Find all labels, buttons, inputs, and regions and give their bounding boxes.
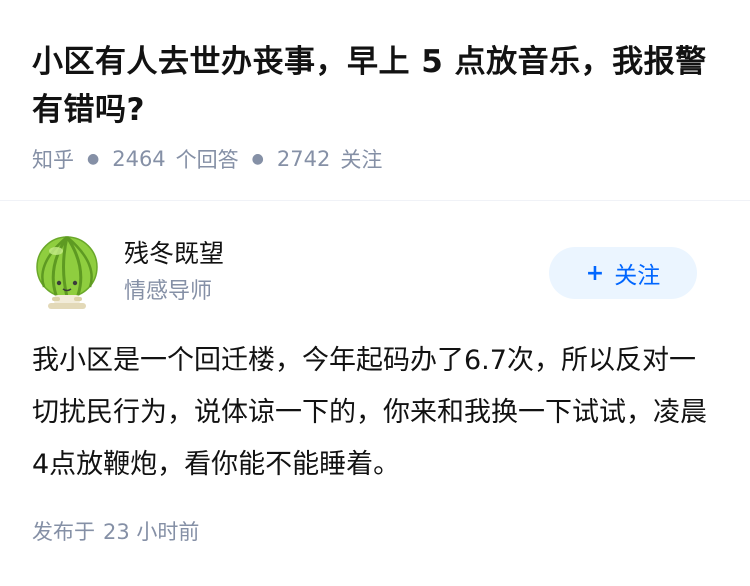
question-meta: 知乎 ● 2464 个回答 ● 2742 关注	[32, 144, 382, 174]
follow-button-label: 关注	[614, 263, 661, 289]
answer-count: 2464	[112, 147, 166, 171]
source-label[interactable]: 知乎	[32, 144, 74, 174]
answer-content[interactable]: 我小区是一个回迁楼，今年起码办了6.7次，所以反对一切扰民行为，说体谅一下的，你…	[32, 335, 722, 491]
publish-time-value: 23 小时前	[103, 520, 200, 544]
question-header: 小区有人去世办丧事，早上 5 点放音乐，我报警有错吗? 知乎 ● 2464 个回…	[0, 0, 750, 200]
follow-button[interactable]: + 关注	[549, 247, 697, 299]
separator-dot: ●	[251, 151, 264, 167]
author-badge: 情感导师	[124, 279, 213, 304]
question-title[interactable]: 小区有人去世办丧事，早上 5 点放音乐，我报警有错吗?	[32, 38, 722, 134]
publish-prefix: 发布于	[32, 520, 95, 544]
answer-count-label: 个回答	[175, 148, 239, 172]
author-name[interactable]: 残冬既望	[124, 237, 224, 271]
melon-character-avatar-icon[interactable]	[32, 233, 102, 311]
separator-dot: ●	[87, 151, 100, 167]
follower-count: 2742	[276, 147, 331, 171]
publish-time: 发布于 23 小时前	[32, 515, 199, 549]
plus-icon: +	[585, 260, 605, 286]
answer-card: 残冬既望 情感导师 + 关注 我小区是一个回迁楼，今年起码办了6.7次，所以反对…	[0, 201, 750, 586]
follower-count-label: 关注	[340, 148, 383, 172]
